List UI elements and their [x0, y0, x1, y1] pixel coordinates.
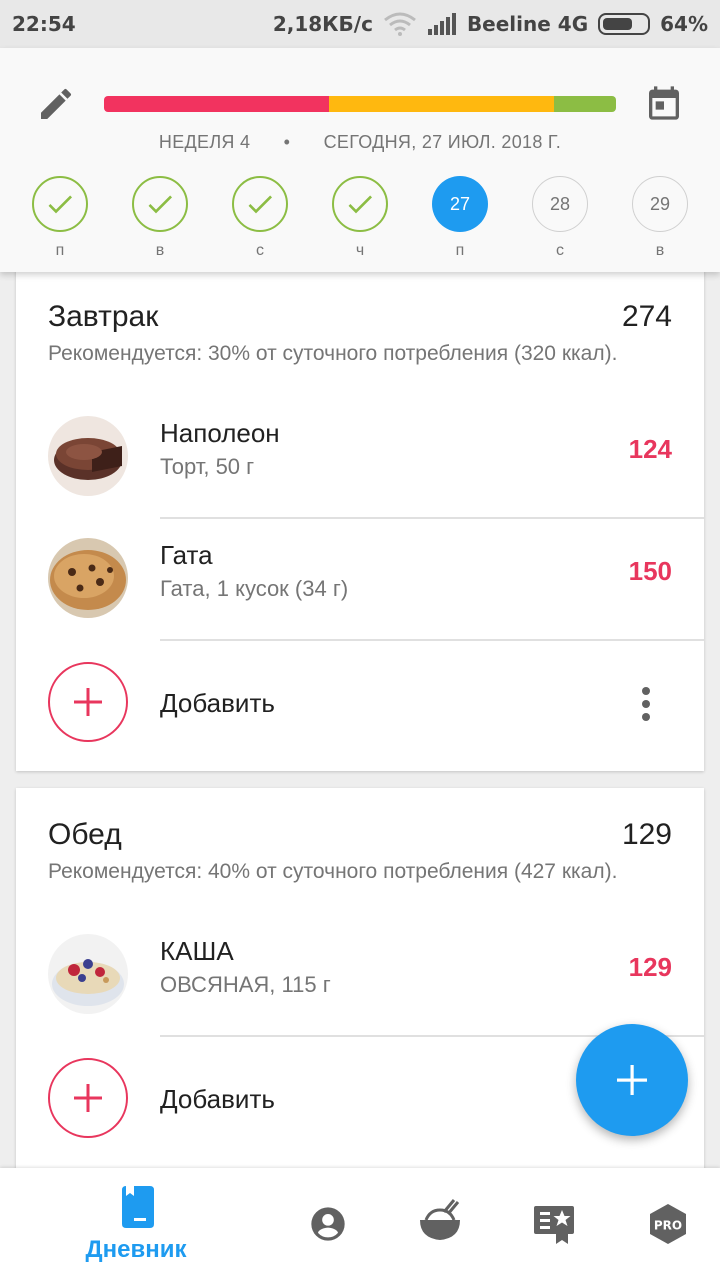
day-letter: ч	[355, 242, 365, 259]
pro-badge-text: PRO	[654, 1219, 682, 1233]
week-date-line: НЕДЕЛЯ 4 • СЕГОДНЯ, 27 ИЮЛ. 2018 Г.	[0, 132, 720, 153]
food-portion: Торт, 50 г	[160, 454, 255, 479]
food-row[interactable]: Гата Гата, 1 кусок (34 г) 150	[16, 518, 704, 640]
meal-card-lunch: Обед 129 Рекомендуется: 40% от суточного…	[16, 788, 704, 1188]
progress-segment-red	[104, 96, 329, 112]
plus-icon	[617, 1065, 647, 1095]
network-speed: 2,18КБ/с	[272, 12, 373, 36]
day-letter: п	[55, 242, 65, 259]
nav-diary[interactable]: Дневник	[56, 1168, 216, 1280]
status-bar: 22:54 2,18КБ/с Beeline 4G 64%	[0, 0, 720, 48]
check-icon	[148, 195, 172, 214]
food-kcal: 129	[628, 952, 672, 982]
day-item[interactable]: с	[230, 176, 290, 260]
day-number-circle[interactable]: 27	[432, 176, 488, 232]
meal-recommendation: Рекомендуется: 30% от суточного потребле…	[48, 342, 618, 365]
day-item[interactable]: 28 с	[530, 176, 590, 260]
food-name: КАША	[160, 936, 234, 966]
food-portion: ОВСЯНАЯ, 115 г	[160, 972, 331, 997]
day-item[interactable]: ч	[330, 176, 390, 260]
meal-card-breakfast: Завтрак 274 Рекомендуется: 30% от суточн…	[16, 256, 704, 771]
meal-total-kcal: 274	[621, 300, 672, 333]
daily-progress-bar	[104, 96, 616, 112]
add-food-label[interactable]: Добавить	[160, 688, 275, 719]
day-letter: в	[155, 242, 165, 259]
pro-badge-icon: PRO	[650, 1204, 686, 1244]
progress-segment-yellow	[329, 96, 554, 112]
day-item[interactable]: п	[30, 176, 90, 260]
separator-dot: •	[283, 132, 291, 152]
current-date: СЕГОДНЯ, 27 ИЮЛ. 2018 Г.	[323, 132, 562, 152]
diary-header: НЕДЕЛЯ 4 • СЕГОДНЯ, 27 ИЮЛ. 2018 Г. п в …	[0, 48, 720, 272]
gata-cookie-photo	[48, 538, 128, 618]
day-letter: с	[556, 242, 564, 259]
food-name: Гата	[160, 540, 213, 570]
calendar-icon[interactable]	[644, 82, 684, 124]
day-item[interactable]: 29 в	[630, 176, 690, 260]
day-done-circle[interactable]	[232, 176, 288, 232]
week-number: НЕДЕЛЯ 4	[158, 132, 251, 152]
meal-recommendation: Рекомендуется: 40% от суточного потребле…	[48, 860, 618, 883]
day-done-circle[interactable]	[132, 176, 188, 232]
day-letter: в	[655, 242, 665, 259]
week-day-selector: п в с ч 27 п 28 с 29 в	[0, 176, 720, 266]
day-done-circle[interactable]	[32, 176, 88, 232]
check-icon	[48, 195, 72, 214]
nav-diary-label: Дневник	[85, 1236, 187, 1263]
more-vert-icon[interactable]	[640, 686, 652, 722]
add-food-label[interactable]: Добавить	[160, 1084, 275, 1115]
day-letter: п	[455, 242, 465, 259]
add-food-row[interactable]: Добавить	[16, 648, 704, 758]
day-number-circle[interactable]: 28	[532, 176, 588, 232]
meal-total-kcal: 129	[621, 818, 672, 851]
food-name: Наполеон	[160, 418, 280, 448]
add-food-button[interactable]	[48, 1058, 128, 1138]
nav-foods[interactable]	[412, 1168, 468, 1280]
signal-icon	[427, 13, 457, 35]
plus-icon	[74, 1084, 102, 1112]
food-portion: Гата, 1 кусок (34 г)	[160, 576, 349, 601]
battery-icon	[598, 13, 651, 35]
check-icon	[348, 195, 372, 214]
food-kcal: 150	[628, 556, 672, 586]
nav-profile[interactable]	[300, 1168, 356, 1280]
oatmeal-photo	[48, 934, 128, 1014]
meal-title: Завтрак	[48, 300, 159, 333]
edit-pencil-icon[interactable]	[36, 84, 76, 124]
day-item-today[interactable]: 27 п	[430, 176, 490, 260]
food-row[interactable]: Наполеон Торт, 50 г 124	[16, 396, 704, 518]
plus-icon	[74, 688, 102, 716]
wifi-icon	[383, 12, 417, 36]
profile-icon	[311, 1207, 345, 1241]
day-item[interactable]: в	[130, 176, 190, 260]
nav-achievements[interactable]	[526, 1168, 582, 1280]
day-letter: с	[256, 242, 264, 259]
nav-pro[interactable]: PRO	[640, 1168, 696, 1280]
food-kcal: 124	[628, 434, 672, 464]
status-time: 22:54	[12, 12, 76, 36]
day-number-circle[interactable]: 29	[632, 176, 688, 232]
achievements-icon	[534, 1206, 574, 1244]
add-food-button[interactable]	[48, 662, 128, 742]
battery-percent: 64%	[660, 12, 708, 36]
add-fab-button[interactable]	[576, 1024, 688, 1136]
progress-segment-green	[554, 96, 616, 112]
day-done-circle[interactable]	[332, 176, 388, 232]
row-divider	[160, 639, 704, 641]
napoleon-cake-photo	[48, 416, 128, 496]
status-right: 2,18КБ/с Beeline 4G 64%	[273, 12, 708, 36]
meal-title: Обед	[48, 818, 122, 851]
check-icon	[248, 195, 272, 214]
carrier-name: Beeline 4G	[466, 12, 589, 36]
bottom-navigation: Дневник PRO	[0, 1168, 720, 1280]
food-row[interactable]: КАША ОВСЯНАЯ, 115 г 129	[16, 914, 704, 1036]
food-bowl-icon	[420, 1199, 460, 1240]
diary-book-icon	[122, 1186, 154, 1228]
